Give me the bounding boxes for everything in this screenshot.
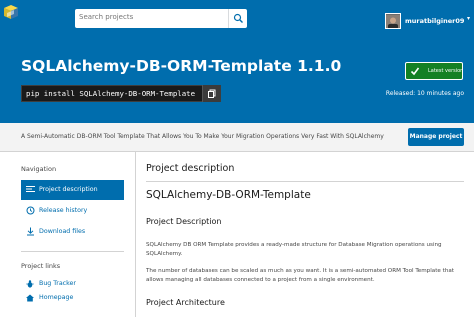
package-summary: A Semi-Automatic DB-ORM Tool Template Th… (21, 133, 384, 140)
sidebar-item-label: Download files (39, 228, 86, 235)
history-icon (26, 206, 35, 215)
sidebar-divider (21, 251, 124, 252)
latest-version-label: Latest version (428, 68, 464, 74)
align-left-icon (26, 186, 35, 192)
copy-button[interactable] (202, 85, 220, 102)
package-title: SQLAlchemy-DB-ORM-Template 1.1.0 (21, 57, 342, 75)
package-banner (0, 40, 474, 123)
readme-title: SQLAlchemy-DB-ORM-Template (146, 189, 311, 201)
manage-project-button[interactable]: Manage project (408, 128, 464, 146)
manage-project-label: Manage project (409, 133, 463, 140)
project-links-heading: Project links (21, 262, 61, 270)
search-icon (233, 13, 243, 23)
readme-subheading: Project Description (146, 217, 222, 226)
pip-command-text: pip install SQLAlchemy-DB-ORM-Template (26, 89, 196, 98)
sidebar-item-label: Project description (39, 186, 98, 193)
top-header: Search projects muratbilginer09 ▾ (0, 0, 474, 40)
pypi-logo-icon[interactable] (2, 2, 20, 24)
search-button[interactable] (228, 9, 247, 28)
navigation-heading: Navigation (21, 165, 57, 173)
link-label: Homepage (39, 294, 74, 301)
readme-paragraph: SQLAlchemy DB ORM Template provides a re… (146, 242, 442, 257)
package-summary-bar: A Semi-Automatic DB-ORM Tool Template Th… (0, 123, 474, 152)
readme-paragraph: The number of databases can be scaled as… (146, 268, 454, 283)
sidebar-item-release-history[interactable]: Release history (21, 201, 124, 221)
content-divider (135, 152, 136, 317)
search-input[interactable]: Search projects (79, 13, 133, 21)
username-label: muratbilginer09 (405, 17, 465, 25)
sidebar-item-project-description[interactable]: Project description (21, 180, 124, 200)
pip-command-box: pip install SQLAlchemy-DB-ORM-Template (21, 85, 221, 102)
bug-icon (26, 280, 34, 288)
section-heading: Project description (146, 163, 235, 174)
section-divider (146, 181, 464, 182)
readme-subheading: Project Architecture (146, 298, 225, 307)
sidebar-item-label: Release history (39, 207, 88, 214)
user-photo-icon (386, 15, 400, 28)
chevron-down-icon: ▾ (467, 15, 471, 22)
home-icon (26, 294, 34, 302)
sidebar-item-download-files[interactable]: Download files (21, 222, 124, 242)
release-date: Released: 10 minutes ago (385, 90, 464, 97)
search-box[interactable]: Search projects (75, 9, 247, 28)
latest-version-badge[interactable]: Latest version (405, 62, 463, 80)
avatar (385, 13, 401, 29)
copy-icon (208, 89, 216, 98)
download-icon (27, 227, 34, 236)
link-label: Bug Tracker (39, 280, 77, 287)
check-icon (410, 67, 420, 76)
